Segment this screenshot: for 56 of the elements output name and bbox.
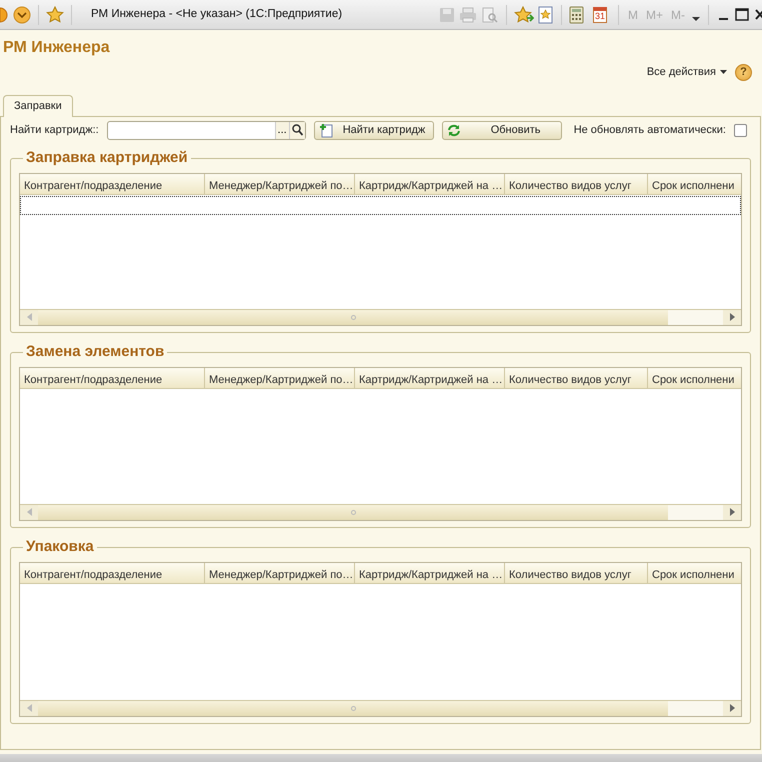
grip-icon [350, 510, 356, 514]
find-cartridge-button[interactable]: Найти картридж [314, 120, 434, 140]
column-header[interactable]: Срок исполнени [648, 368, 741, 388]
refresh-button[interactable]: Обновить [442, 120, 562, 140]
window-title: РМ Инженера - <Не указан> (1С:Предприятие) [91, 6, 342, 22]
left-arrow-icon [26, 313, 32, 321]
help-button[interactable]: ? [735, 64, 752, 80]
column-header[interactable]: Контрагент/подразделение [20, 368, 205, 388]
grip-icon [350, 314, 356, 320]
calendar-button[interactable]: 31 [592, 6, 607, 22]
tab[interactable]: Заправки [3, 95, 73, 116]
column-header[interactable]: Менеджер/Картриджей по… [205, 368, 355, 388]
scrollbar-thumb[interactable] [38, 504, 668, 520]
close-icon[interactable] [754, 6, 762, 22]
calculator-icon[interactable] [568, 6, 585, 24]
star-add-icon[interactable] [514, 6, 534, 24]
form-title: РМ Инженера [2, 38, 111, 58]
left-arrow-icon [26, 508, 32, 516]
search-field[interactable]: ... [106, 120, 306, 140]
right-arrow-icon [730, 508, 734, 516]
column-header[interactable]: Менеджер/Картриджей по… [205, 562, 355, 582]
column-header[interactable]: Контрагент/подразделение [20, 562, 205, 582]
dropdown-icon[interactable] [13, 6, 31, 24]
star-icon[interactable] [46, 6, 64, 24]
left-arrow-icon [26, 704, 32, 712]
scrollbar-thumb[interactable] [38, 700, 668, 716]
right-arrow-icon [730, 313, 734, 321]
group-title: Заправка картриджей [23, 148, 191, 168]
table-row[interactable] [20, 196, 741, 214]
column-header[interactable]: Количество видов услуг [505, 562, 648, 582]
bookmark-icon[interactable] [538, 6, 554, 24]
maximize-icon[interactable] [734, 6, 750, 22]
column-header[interactable]: Картридж/Картриджей на … [355, 174, 505, 194]
column-header[interactable]: Количество видов услуг [505, 174, 648, 194]
column-header[interactable]: Менеджер/Картриджей по… [205, 174, 355, 194]
column-header[interactable]: Контрагент/подразделение [20, 174, 205, 194]
refresh-icon [446, 124, 461, 136]
search-button[interactable] [288, 122, 305, 138]
choose-button[interactable]: ... [274, 122, 289, 138]
search-label: Найти картридж:: [10, 122, 99, 138]
caret-icon [720, 70, 727, 74]
column-header[interactable]: Картридж/Картриджей на … [355, 562, 505, 582]
document-add-icon [318, 122, 333, 138]
grip-icon [350, 706, 356, 710]
column-header[interactable]: Срок исполнени [648, 562, 741, 582]
app-icon[interactable] [0, 6, 9, 24]
column-header[interactable]: Количество видов услуг [505, 368, 648, 388]
preview-icon[interactable] [480, 6, 499, 22]
checkbox-label: Не обновлять автоматически: [574, 122, 726, 138]
all-actions-menu[interactable]: Все действия [646, 64, 727, 80]
search-icon [292, 124, 303, 136]
right-arrow-icon [730, 704, 734, 712]
column-header[interactable]: Картридж/Картриджей на … [355, 368, 505, 388]
scrollbar-thumb[interactable] [38, 310, 668, 324]
column-header[interactable]: Срок исполнени [648, 174, 741, 194]
checkbox[interactable] [734, 124, 747, 136]
